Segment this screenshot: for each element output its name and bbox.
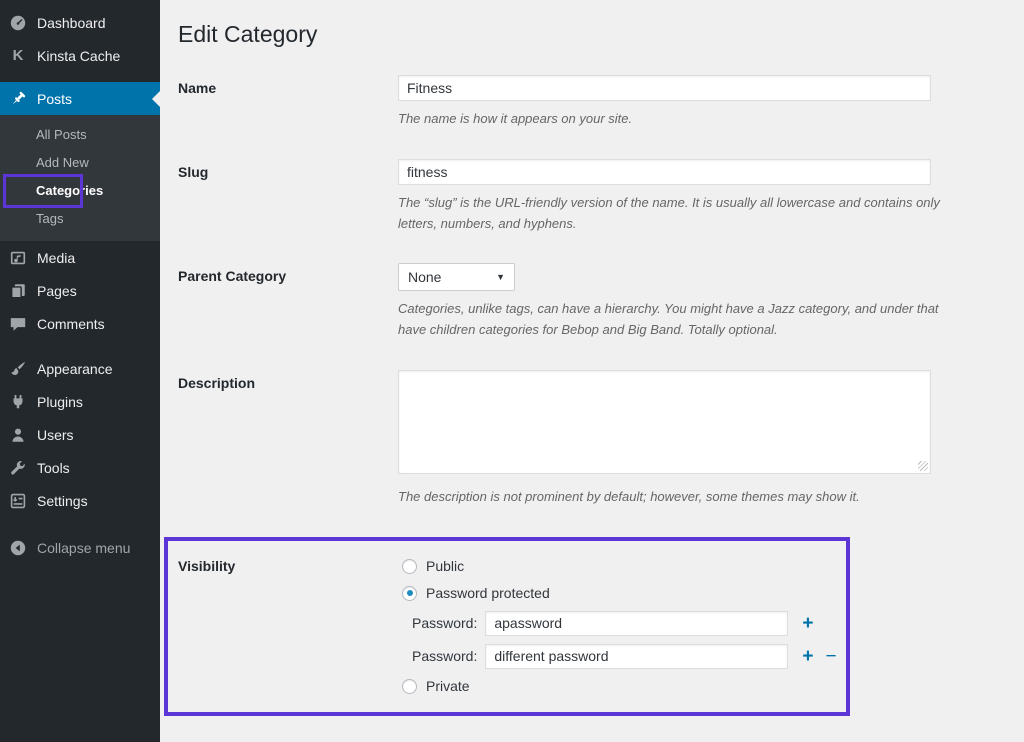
users-icon xyxy=(8,425,28,445)
sidebar-item-label: Appearance xyxy=(37,361,113,377)
sidebar-item-label: Comments xyxy=(37,316,105,332)
description-label: Description xyxy=(178,370,398,508)
slug-row: Slug The “slug” is the URL-friendly vers… xyxy=(178,159,1024,235)
sidebar-item-label: Plugins xyxy=(37,394,83,410)
sidebar-item-label: Dashboard xyxy=(37,15,106,31)
wordpress-admin-page: Dashboard K Kinsta Cache Posts All Posts… xyxy=(0,0,1024,742)
sidebar-item-posts[interactable]: Posts xyxy=(0,82,160,115)
edit-category-form: Name The name is how it appears on your … xyxy=(178,75,1024,742)
parent-category-field: None ▼ Categories, unlike tags, can have… xyxy=(398,263,960,341)
sidebar-item-users[interactable]: Users xyxy=(0,418,160,451)
visibility-option-password-protected[interactable]: Password protected xyxy=(402,580,837,607)
sidebar-item-label: Posts xyxy=(37,91,72,107)
sidebar-item-label: Media xyxy=(37,250,75,266)
media-icon xyxy=(8,248,28,268)
dashboard-icon xyxy=(8,13,28,33)
add-password-button[interactable]: + xyxy=(802,614,813,633)
sidebar-item-label: Settings xyxy=(37,493,88,509)
sidebar-item-add-new[interactable]: Add New xyxy=(0,149,160,177)
visibility-option-public[interactable]: Public xyxy=(402,553,837,580)
sidebar-item-label: Collapse menu xyxy=(37,540,130,556)
sidebar-item-all-posts[interactable]: All Posts xyxy=(0,121,160,149)
description-field: The description is not prominent by defa… xyxy=(398,370,931,508)
name-help-text: The name is how it appears on your site. xyxy=(398,109,931,130)
password-label: Password: xyxy=(412,615,477,631)
sidebar-item-settings[interactable]: Settings xyxy=(0,484,160,517)
submenu-item-label: Categories xyxy=(36,183,103,198)
visibility-highlight-box: Visibility Public Password protected Pas… xyxy=(164,537,850,716)
sidebar-item-label: Pages xyxy=(37,283,77,299)
parent-category-selected-value: None xyxy=(408,269,441,285)
parent-category-help-text: Categories, unlike tags, can have a hier… xyxy=(398,299,960,341)
radio-label: Public xyxy=(426,558,464,574)
sidebar-item-appearance[interactable]: Appearance xyxy=(0,352,160,385)
password-label: Password: xyxy=(412,648,477,664)
pages-icon xyxy=(8,281,28,301)
password-input-2[interactable] xyxy=(485,644,788,669)
radio-private[interactable] xyxy=(402,679,417,694)
sidebar-item-tools[interactable]: Tools xyxy=(0,451,160,484)
submenu-item-label: All Posts xyxy=(36,127,87,142)
description-help-text: The description is not prominent by defa… xyxy=(398,487,931,508)
visibility-label: Visibility xyxy=(178,553,402,700)
password-row-1: Password: + xyxy=(402,607,837,640)
sidebar-separator xyxy=(0,72,160,82)
submenu-item-label: Tags xyxy=(36,211,63,226)
comments-icon xyxy=(8,314,28,334)
name-input[interactable] xyxy=(398,75,931,101)
page-title: Edit Category xyxy=(178,12,1024,59)
visibility-field: Public Password protected Password: + Pa… xyxy=(402,553,837,700)
appearance-icon xyxy=(8,359,28,379)
collapse-icon xyxy=(8,538,28,558)
slug-input[interactable] xyxy=(398,159,931,185)
radio-label: Private xyxy=(426,678,470,694)
plugins-icon xyxy=(8,392,28,412)
name-field: The name is how it appears on your site. xyxy=(398,75,931,130)
name-label: Name xyxy=(178,75,398,130)
sidebar-separator xyxy=(0,340,160,352)
radio-label: Password protected xyxy=(426,585,550,601)
sidebar-item-pages[interactable]: Pages xyxy=(0,274,160,307)
kinsta-icon: K xyxy=(8,46,28,66)
sidebar-item-collapse-menu[interactable]: Collapse menu xyxy=(0,531,160,564)
select-arrow-icon: ▼ xyxy=(496,272,505,282)
sidebar-item-plugins[interactable]: Plugins xyxy=(0,385,160,418)
description-textarea[interactable] xyxy=(398,370,931,474)
sidebar-item-comments[interactable]: Comments xyxy=(0,307,160,340)
admin-sidebar: Dashboard K Kinsta Cache Posts All Posts… xyxy=(0,0,160,742)
tools-icon xyxy=(8,458,28,478)
sidebar-item-categories[interactable]: Categories xyxy=(0,177,160,205)
pushpin-icon xyxy=(8,89,28,109)
parent-category-select[interactable]: None ▼ xyxy=(398,263,515,291)
remove-password-button[interactable]: − xyxy=(825,647,836,666)
radio-password-protected[interactable] xyxy=(402,586,417,601)
radio-public[interactable] xyxy=(402,559,417,574)
slug-label: Slug xyxy=(178,159,398,235)
password-input-1[interactable] xyxy=(485,611,788,636)
visibility-option-private[interactable]: Private xyxy=(402,673,837,700)
sidebar-item-media[interactable]: Media xyxy=(0,241,160,274)
name-row: Name The name is how it appears on your … xyxy=(178,75,1024,130)
description-textarea-wrap xyxy=(398,370,931,474)
sidebar-item-label: Tools xyxy=(37,460,70,476)
description-row: Description The description is not promi… xyxy=(178,370,1024,508)
sidebar-item-label: Users xyxy=(37,427,74,443)
sidebar-item-dashboard[interactable]: Dashboard xyxy=(0,6,160,39)
sidebar-item-tags[interactable]: Tags xyxy=(0,205,160,233)
main-content: Edit Category Name The name is how it ap… xyxy=(160,0,1024,742)
sidebar-item-label: Kinsta Cache xyxy=(37,48,120,64)
posts-submenu: All Posts Add New Categories Tags xyxy=(0,115,160,241)
parent-category-label: Parent Category xyxy=(178,263,398,341)
slug-field: The “slug” is the URL-friendly version o… xyxy=(398,159,960,235)
slug-help-text: The “slug” is the URL-friendly version o… xyxy=(398,193,960,235)
password-row-2: Password: + − xyxy=(402,640,837,673)
settings-icon xyxy=(8,491,28,511)
sidebar-item-kinsta-cache[interactable]: K Kinsta Cache xyxy=(0,39,160,72)
submenu-item-label: Add New xyxy=(36,155,89,170)
add-password-button[interactable]: + xyxy=(802,647,813,666)
parent-category-row: Parent Category None ▼ Categories, unlik… xyxy=(178,263,1024,341)
